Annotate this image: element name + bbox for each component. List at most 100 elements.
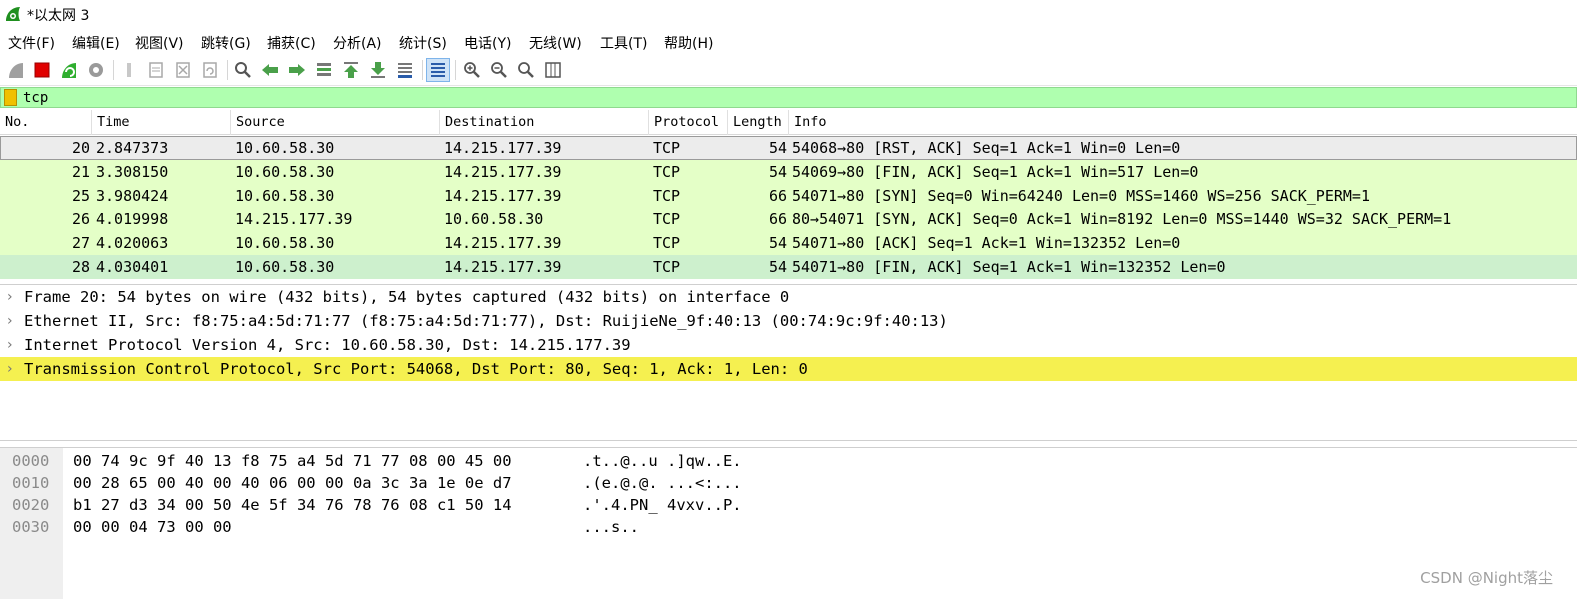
packet-row[interactable]: 21 3.308150 10.60.58.30 14.215.177.39 TCP 54 5… <box>0 159 1577 184</box>
cell-time: 4.019998 <box>96 210 169 229</box>
cell-info: 54068→80 [RST, ACK] Seq=1 Ack=1 Win=0 Le… <box>792 139 1181 157</box>
cell-no: 21 <box>71 162 90 181</box>
bytes-row: 0000 00 74 9c 9f 40 13 f8 75 a4 5d 71 77… <box>0 450 1577 472</box>
cell-protocol: TCP <box>653 234 681 253</box>
expand-chevron-icon[interactable]: › <box>7 285 13 309</box>
expand-chevron-icon[interactable]: › <box>7 333 13 357</box>
menu-wireless[interactable]: 无线(W) <box>529 33 582 53</box>
packet-row[interactable]: 26 4.019998 14.215.177.39 10.60.58.30 TCP 66 8… <box>0 207 1577 232</box>
go-back-icon[interactable] <box>258 58 282 82</box>
save-file-icon[interactable] <box>144 58 168 82</box>
cell-info: 54071→80 [FIN, ACK] Seq=1 Ack=1 Win=1323… <box>792 258 1226 276</box>
capture-options-icon[interactable] <box>84 58 108 82</box>
bytes-ascii[interactable]: ...s.. <box>583 516 639 538</box>
cell-time: 4.030401 <box>96 258 169 276</box>
detail-row-ethernet[interactable]: › Ethernet II, Src: f8:75:a4:5d:71:77 (f… <box>0 309 1577 333</box>
watermark: CSDN @Night落尘 <box>1420 569 1553 587</box>
column-header-destination[interactable]: Destination <box>440 110 649 135</box>
packet-row[interactable]: 28 4.030401 10.60.58.30 14.215.177.39 TCP 54 5… <box>0 255 1577 279</box>
colorize-icon[interactable] <box>426 58 450 82</box>
cell-length: 54 <box>768 162 787 181</box>
menu-view[interactable]: 视图(V) <box>135 33 184 53</box>
menu-help[interactable]: 帮助(H) <box>664 33 713 53</box>
cell-destination: 14.215.177.39 <box>444 234 562 253</box>
go-last-icon[interactable] <box>366 58 390 82</box>
detail-row-frame[interactable]: › Frame 20: 54 bytes on wire (432 bits),… <box>0 285 1577 309</box>
column-header-info[interactable]: Info <box>789 110 1577 135</box>
autoscroll-icon[interactable] <box>393 58 417 82</box>
filter-bookmark-icon[interactable] <box>4 89 17 106</box>
menu-edit[interactable]: 编辑(E) <box>72 33 120 53</box>
cell-destination: 14.215.177.39 <box>444 139 562 157</box>
cell-info: 54071→80 [ACK] Seq=1 Ack=1 Win=132352 Le… <box>792 234 1181 253</box>
wireshark-app-icon <box>6 7 20 21</box>
display-filter-bar <box>0 87 1577 108</box>
shark-fin-start-icon[interactable] <box>4 58 28 82</box>
cell-protocol: TCP <box>653 162 681 181</box>
zoom-out-icon[interactable] <box>487 58 511 82</box>
detail-row-label: Frame 20: 54 bytes on wire (432 bits), 5… <box>24 288 790 306</box>
reload-file-icon[interactable] <box>198 58 222 82</box>
go-forward-icon[interactable] <box>285 58 309 82</box>
menu-file[interactable]: 文件(F) <box>8 33 55 53</box>
column-header-protocol[interactable]: Protocol <box>649 110 728 135</box>
packet-list-header: No. Time Source Destination Protocol Len… <box>0 110 1577 135</box>
packet-row[interactable]: 25 3.980424 10.60.58.30 14.215.177.39 TCP 66 5… <box>0 183 1577 208</box>
bytes-offset: 0000 <box>12 452 50 470</box>
detail-row-label: Transmission Control Protocol, Src Port:… <box>24 360 808 378</box>
title-bar: *以太网 3 <box>0 0 1577 30</box>
detail-row-tcp[interactable]: › Transmission Control Protocol, Src Por… <box>0 357 1577 381</box>
go-to-packet-icon[interactable] <box>312 58 336 82</box>
bytes-offset: 0030 <box>12 518 50 536</box>
column-header-length[interactable]: Length <box>728 110 789 135</box>
bytes-row: 0020 b1 27 d3 34 00 50 4e 5f 34 76 78 76… <box>0 494 1577 516</box>
menu-go[interactable]: 跳转(G) <box>201 33 251 53</box>
bytes-ascii[interactable]: .(e.@.@. ...<:... <box>583 472 742 494</box>
stop-capture-icon[interactable] <box>30 58 54 82</box>
bytes-hex[interactable]: 00 00 04 73 00 00 <box>73 516 232 538</box>
column-header-source[interactable]: Source <box>231 110 440 135</box>
bytes-hex[interactable]: 00 28 65 00 40 00 40 06 00 00 0a 3c 3a 1… <box>73 472 512 494</box>
cell-protocol: TCP <box>653 258 681 276</box>
cell-source: 10.60.58.30 <box>235 234 335 253</box>
cell-length: 66 <box>768 210 787 229</box>
cell-protocol: TCP <box>653 186 681 205</box>
zoom-normal-icon[interactable] <box>514 58 538 82</box>
resize-columns-icon[interactable] <box>541 58 565 82</box>
detail-row-label: Internet Protocol Version 4, Src: 10.60.… <box>24 336 631 354</box>
main-toolbar <box>0 55 1577 86</box>
bytes-ascii[interactable]: .t..@..u .]qw..E. <box>583 450 742 472</box>
menu-tools[interactable]: 工具(T) <box>600 33 647 53</box>
menu-capture[interactable]: 捕获(C) <box>267 33 316 53</box>
menu-telephony[interactable]: 电话(Y) <box>464 33 511 53</box>
cell-source: 10.60.58.30 <box>235 258 335 276</box>
bytes-row: 0010 00 28 65 00 40 00 40 06 00 00 0a 3c… <box>0 472 1577 494</box>
detail-row-ipv4[interactable]: › Internet Protocol Version 4, Src: 10.6… <box>0 333 1577 357</box>
bytes-hex[interactable]: 00 74 9c 9f 40 13 f8 75 a4 5d 71 77 08 0… <box>73 450 512 472</box>
bytes-ascii[interactable]: .'.4.PN_ 4vxv..P. <box>583 494 742 516</box>
menu-statistics[interactable]: 统计(S) <box>399 33 447 53</box>
menu-analyze[interactable]: 分析(A) <box>333 33 382 53</box>
cell-source: 14.215.177.39 <box>235 210 353 229</box>
cell-destination: 14.215.177.39 <box>444 162 562 181</box>
bytes-hex[interactable]: b1 27 d3 34 00 50 4e 5f 34 76 78 76 08 c… <box>73 494 512 516</box>
go-first-icon[interactable] <box>339 58 363 82</box>
packet-row[interactable]: 27 4.020063 10.60.58.30 14.215.177.39 TCP 54 5… <box>0 231 1577 256</box>
close-file-icon[interactable] <box>171 58 195 82</box>
expand-chevron-icon[interactable]: › <box>7 357 13 381</box>
restart-capture-icon[interactable] <box>57 58 81 82</box>
cell-source: 10.60.58.30 <box>235 186 335 205</box>
packet-bytes-pane: 0000 00 74 9c 9f 40 13 f8 75 a4 5d 71 77… <box>0 447 1577 599</box>
cell-length: 54 <box>768 139 787 157</box>
column-header-no[interactable]: No. <box>0 110 92 135</box>
expand-chevron-icon[interactable]: › <box>7 309 13 333</box>
packet-row[interactable]: 20 2.847373 10.60.58.30 14.215.177.39 TCP 54 5… <box>0 136 1577 160</box>
cell-no: 25 <box>71 186 90 205</box>
find-packet-icon[interactable] <box>231 58 255 82</box>
open-file-icon[interactable] <box>118 58 142 82</box>
column-header-time[interactable]: Time <box>92 110 231 135</box>
zoom-in-icon[interactable] <box>460 58 484 82</box>
display-filter-input[interactable] <box>23 88 1563 107</box>
cell-source: 10.60.58.30 <box>235 162 335 181</box>
cell-source: 10.60.58.30 <box>235 139 335 157</box>
